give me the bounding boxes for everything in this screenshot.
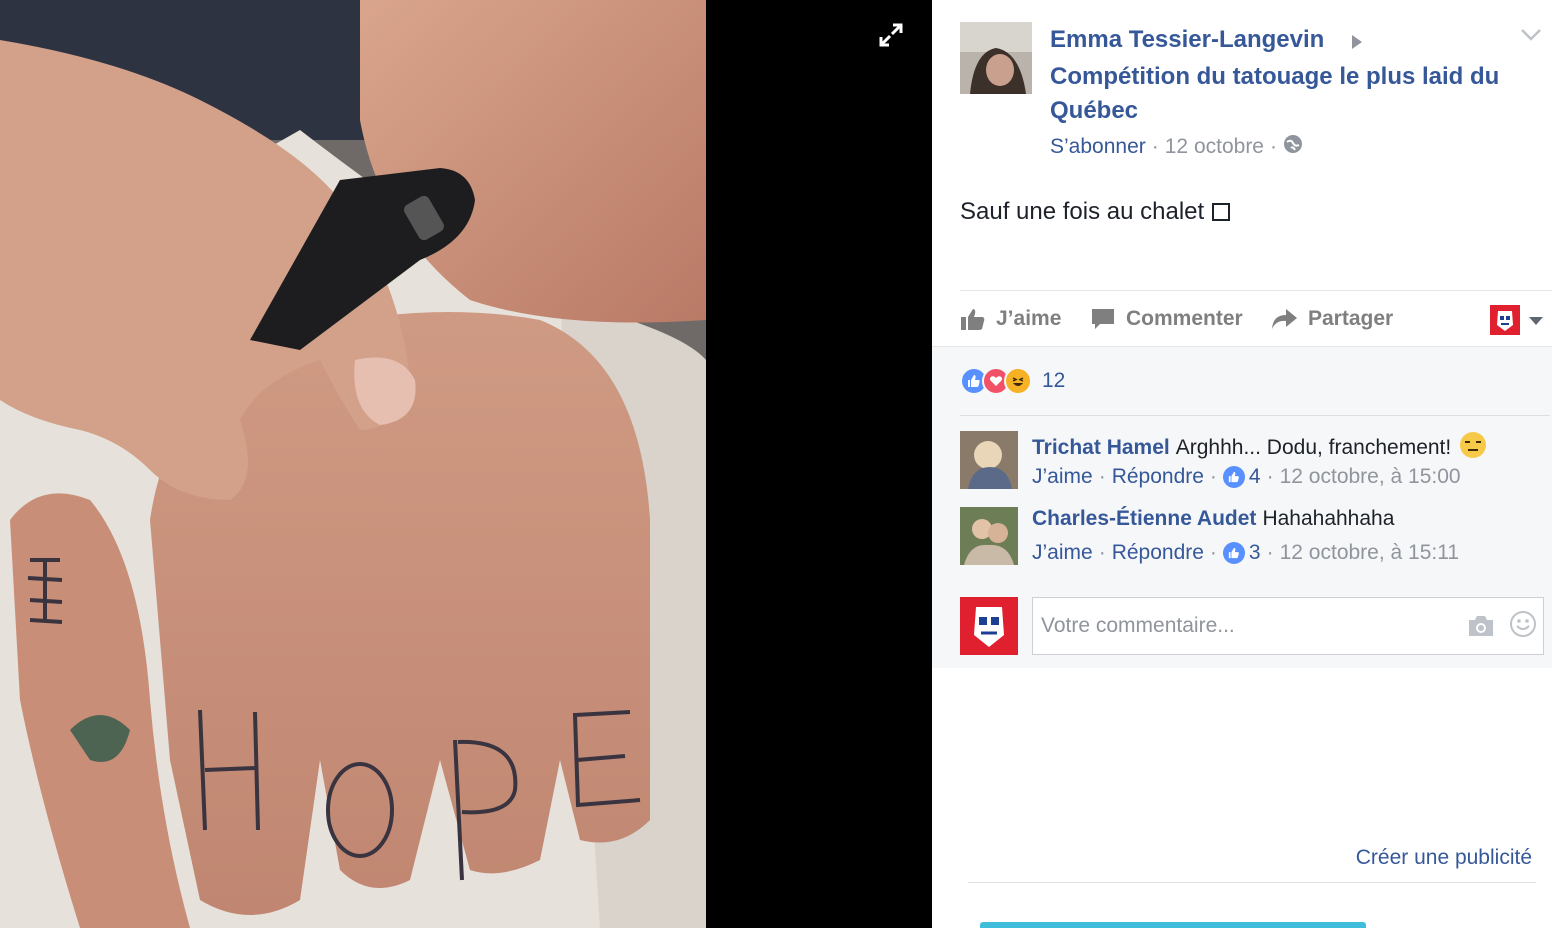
comment-field[interactable]	[1032, 597, 1544, 655]
like-label: J’aime	[996, 307, 1062, 330]
reactions-summary[interactable]: 12	[960, 367, 1065, 395]
current-user-avatar	[960, 597, 1018, 655]
divider	[968, 882, 1536, 883]
commenter-name[interactable]: Trichat Hamel	[1032, 436, 1170, 460]
commenter-avatar[interactable]	[960, 507, 1018, 565]
like-button[interactable]: J’aime	[960, 301, 1061, 337]
commenter-avatar[interactable]	[960, 431, 1018, 489]
post-meta: S’abonner · 12 octobre ·	[1050, 134, 1303, 160]
missing-emoji-glyph	[1212, 203, 1231, 221]
thumbs-up-icon	[961, 309, 985, 330]
comment-text: Arghhh... Dodu, franchement!	[1175, 436, 1452, 459]
post-message: Sauf une fois au chalet	[960, 198, 1205, 225]
share-arrow-icon	[1272, 309, 1297, 329]
reaction-count[interactable]: 12	[1042, 369, 1065, 393]
ad-banner-edge	[980, 922, 1366, 928]
post-text: Sauf une fois au chalet	[960, 198, 1231, 226]
comment-button[interactable]: Commenter	[1090, 301, 1243, 337]
comment-input[interactable]	[1033, 598, 1433, 654]
post-options-chevron-icon[interactable]	[1520, 28, 1542, 47]
unamused-emoji-icon	[1459, 431, 1487, 465]
arrow-right-icon	[1350, 34, 1364, 55]
share-label: Partager	[1308, 307, 1394, 330]
post-actions: J’aime Commenter Partager	[960, 290, 1552, 346]
post-group-link[interactable]: Compétition du tatouage le plus laid du …	[1050, 60, 1510, 128]
haha-reaction-icon	[1004, 367, 1032, 395]
camera-icon[interactable]	[1467, 614, 1495, 643]
emoji-icon[interactable]	[1509, 610, 1537, 643]
follow-link[interactable]: S’abonner	[1050, 135, 1146, 159]
comment-timestamp[interactable]: 12 octobre, à 15:11	[1280, 541, 1459, 565]
photo-viewer	[0, 0, 932, 928]
comments-section: 12 Trichat Hamel Arghhh... Dodu, franche…	[932, 346, 1552, 668]
divider	[960, 415, 1550, 416]
caret-down-icon[interactable]	[1528, 313, 1544, 331]
comment-like-count[interactable]: 4	[1249, 465, 1261, 489]
author-avatar[interactable]	[960, 22, 1032, 94]
comment-reply-link[interactable]: Répondre	[1112, 465, 1204, 489]
thumbs-up-icon	[1222, 466, 1245, 488]
expand-icon[interactable]	[878, 22, 904, 48]
comment-like-link[interactable]: J’aime	[1032, 465, 1093, 489]
speech-bubble-icon	[1092, 309, 1114, 329]
comment-text: Hahahahhaha	[1262, 507, 1395, 530]
globe-icon	[1283, 134, 1303, 160]
post-date[interactable]: 12 octobre	[1165, 135, 1264, 159]
comment-like-link[interactable]: J’aime	[1032, 541, 1093, 565]
comment-like-count[interactable]: 3	[1249, 541, 1261, 565]
post-side-panel: Emma Tessier-Langevin Compétition du tat…	[932, 0, 1552, 928]
thumbs-up-icon	[1222, 542, 1245, 564]
create-ad-link[interactable]: Créer une publicité	[1356, 846, 1532, 870]
page-identity-avatar[interactable]	[1490, 305, 1520, 335]
share-button[interactable]: Partager	[1270, 301, 1393, 337]
comment-timestamp[interactable]: 12 octobre, à 15:00	[1280, 465, 1461, 489]
comment-label: Commenter	[1126, 307, 1243, 330]
commenter-name[interactable]: Charles-Étienne Audet	[1032, 507, 1256, 531]
post-photo[interactable]	[0, 0, 706, 928]
post-author-link[interactable]: Emma Tessier-Langevin	[1050, 26, 1324, 54]
tattoo-hands-image	[0, 0, 706, 928]
comment-reply-link[interactable]: Répondre	[1112, 541, 1204, 565]
